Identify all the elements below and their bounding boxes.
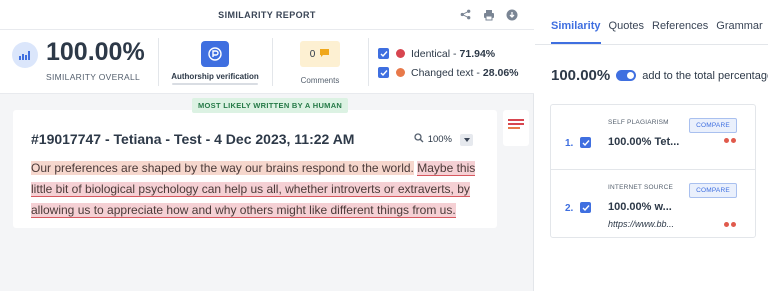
comment-icon bbox=[319, 48, 330, 61]
tabs-divider bbox=[535, 44, 768, 45]
document-card: #19017747 - Tetiana - Test - 4 Dec 2023,… bbox=[13, 110, 497, 228]
match-map-icon bbox=[508, 119, 524, 129]
source-percentage: 100.00% w... bbox=[608, 201, 672, 213]
human-written-badge: MOST LIKELY WRITTEN BY A HUMAN bbox=[192, 98, 349, 113]
changed-text-segment[interactable]: Our preferences are shaped by the way ou… bbox=[31, 161, 414, 175]
match-dots bbox=[724, 222, 736, 227]
authorship-icon bbox=[201, 41, 229, 67]
similarity-value: 100.00% bbox=[46, 38, 145, 66]
total-percentage-row: 100.00% add to the total percentage bbox=[551, 67, 768, 84]
authorship-progress bbox=[172, 83, 258, 85]
zoom-control[interactable]: 100% bbox=[414, 133, 473, 146]
source-name: w... bbox=[654, 201, 672, 213]
source-type: INTERNET SOURCE bbox=[608, 184, 673, 191]
divider bbox=[158, 38, 159, 86]
divider bbox=[368, 38, 369, 86]
legend-identical[interactable]: Identical - 71.94% bbox=[378, 44, 519, 63]
source-percentage: 100.00% Tet... bbox=[608, 136, 679, 148]
source-number: 1. bbox=[565, 138, 574, 149]
authorship-label: Authorship verification bbox=[171, 72, 259, 81]
share-icon[interactable] bbox=[459, 8, 472, 21]
report-panel: SIMILARITY REPORT 100.00% SIMILARITY OVE… bbox=[0, 0, 534, 291]
zoom-icon bbox=[414, 133, 424, 146]
compare-button[interactable]: COMPARE bbox=[689, 183, 737, 198]
legend-value: 28.06% bbox=[482, 66, 519, 79]
tab-grammar[interactable]: Grammar bbox=[716, 20, 762, 44]
match-map-button[interactable] bbox=[503, 110, 529, 146]
legend-label: Changed text - bbox=[411, 66, 480, 79]
match-dots bbox=[724, 138, 736, 143]
legend-value: 71.94% bbox=[459, 47, 496, 60]
sources-panel: Similarity Quotes References Grammar 100… bbox=[535, 0, 768, 291]
source-pct-value: 100.00% bbox=[608, 136, 652, 148]
comments-label: Comments bbox=[300, 76, 340, 85]
tab-quotes[interactable]: Quotes bbox=[609, 20, 644, 44]
header-actions bbox=[459, 8, 518, 21]
comments-chip: 0 bbox=[300, 41, 340, 67]
zoom-value: 100% bbox=[427, 134, 452, 145]
source-item[interactable]: 1. SELF PLAGIARISM 100.00% Tet... COMPAR… bbox=[551, 105, 755, 169]
legend-label: Identical - bbox=[411, 47, 457, 60]
source-item[interactable]: 2. INTERNET SOURCE 100.00% w... https://… bbox=[551, 169, 755, 233]
source-number: 2. bbox=[565, 203, 574, 214]
source-name: Tet... bbox=[654, 136, 680, 148]
total-percentage: 100.00% bbox=[551, 67, 611, 84]
download-icon[interactable] bbox=[505, 8, 518, 21]
source-type: SELF PLAGIARISM bbox=[608, 119, 669, 126]
divider bbox=[272, 38, 273, 86]
document-title: #19017747 - Tetiana - Test - 4 Dec 2023,… bbox=[31, 131, 355, 147]
authorship-verification-button[interactable]: Authorship verification bbox=[166, 38, 264, 86]
tab-similarity[interactable]: Similarity bbox=[551, 20, 601, 44]
chart-icon bbox=[12, 42, 38, 68]
total-label: add to the total percentage bbox=[642, 69, 768, 82]
source-pct-value: 100.00% bbox=[608, 201, 652, 213]
total-toggle[interactable] bbox=[616, 70, 637, 81]
source-list: 1. SELF PLAGIARISM 100.00% Tet... COMPAR… bbox=[550, 104, 756, 238]
source-url[interactable]: https://www.bb... bbox=[608, 219, 674, 229]
identical-dot bbox=[396, 49, 405, 58]
match-legend: Identical - 71.94% Changed text - 28.06% bbox=[378, 44, 519, 82]
checkbox-icon[interactable] bbox=[378, 48, 389, 59]
checkbox-icon[interactable] bbox=[580, 137, 591, 148]
changed-dot bbox=[396, 68, 405, 77]
checkbox-icon[interactable] bbox=[378, 67, 389, 78]
compare-button[interactable]: COMPARE bbox=[689, 118, 737, 133]
print-icon[interactable] bbox=[482, 8, 495, 21]
tab-references[interactable]: References bbox=[652, 20, 708, 44]
checkbox-icon[interactable] bbox=[580, 202, 591, 213]
report-title: SIMILARITY REPORT bbox=[218, 10, 316, 20]
comments-count: 0 bbox=[309, 48, 316, 60]
comments-button[interactable]: 0 Comments bbox=[282, 38, 358, 86]
document-text: Our preferences are shaped by the way ou… bbox=[31, 158, 489, 221]
summary-bar: 100.00% SIMILARITY OVERALL Authorship ve… bbox=[0, 30, 534, 94]
chevron-down-icon[interactable] bbox=[460, 133, 473, 146]
report-header: SIMILARITY REPORT bbox=[0, 0, 534, 30]
similarity-label: SIMILARITY OVERALL bbox=[46, 72, 141, 82]
sources-tabs: Similarity Quotes References Grammar bbox=[551, 20, 763, 44]
legend-changed[interactable]: Changed text - 28.06% bbox=[378, 63, 519, 82]
